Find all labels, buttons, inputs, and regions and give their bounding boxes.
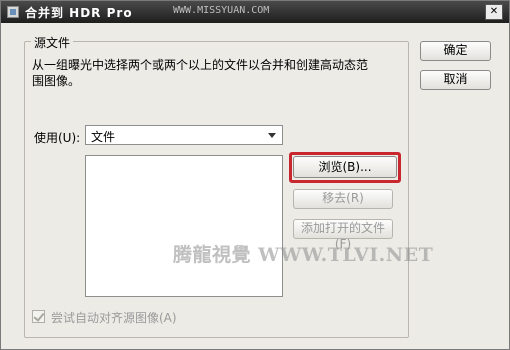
use-dropdown[interactable]: 文件 <box>85 125 283 145</box>
use-dropdown-value: 文件 <box>91 130 116 144</box>
remove-button[interactable]: 移去(R) <box>293 189 393 209</box>
close-icon: ✕ <box>489 6 499 17</box>
app-icon <box>7 6 19 18</box>
add-open-files-button[interactable]: 添加打开的文件(F) <box>293 219 393 251</box>
watermark: 腾龍視覺 WWW.TLVI.NET <box>173 244 434 266</box>
highlight-annotation <box>289 152 401 183</box>
chevron-down-icon[interactable] <box>268 133 276 138</box>
window-title: 合并到 HDR Pro <box>25 6 133 20</box>
file-list[interactable] <box>85 155 283 297</box>
cancel-button[interactable]: 取消 <box>420 70 491 90</box>
close-button[interactable]: ✕ <box>485 4 503 20</box>
auto-align-checkbox[interactable] <box>32 310 45 323</box>
source-files-description: 从一组曝光中选择两个或两个以上的文件以合并和创建高动态范围图像。 <box>32 58 369 88</box>
watermark-top: WWW.MISSYUAN.COM <box>173 5 270 16</box>
ok-button[interactable]: 确定 <box>420 41 491 61</box>
use-label: 使用(U): <box>34 131 81 145</box>
source-files-title: 源文件 <box>31 34 74 51</box>
title-bar[interactable]: 合并到 HDR Pro WWW.MISSYUAN.COM ✕ <box>1 1 509 23</box>
hdr-pro-dialog: 合并到 HDR Pro WWW.MISSYUAN.COM ✕ 源文件 从一组曝光… <box>0 0 510 350</box>
auto-align-label: 尝试自动对齐源图像(A) <box>51 311 177 325</box>
